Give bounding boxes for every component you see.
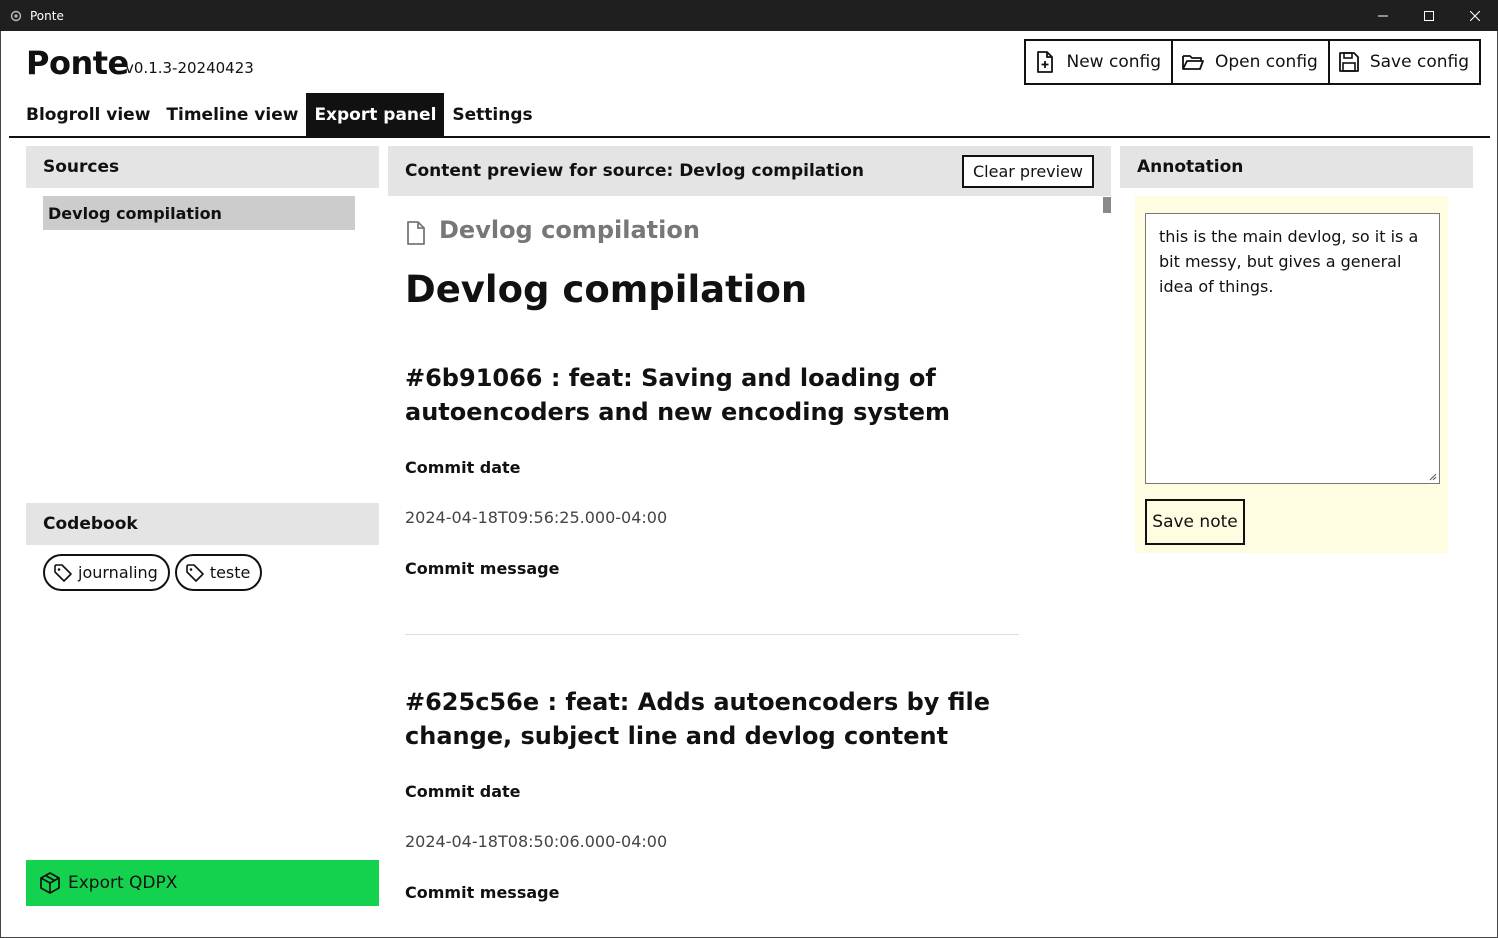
- clear-preview-button[interactable]: Clear preview: [962, 155, 1094, 188]
- floppy-disk-icon: [1338, 52, 1359, 72]
- preview-heading: Content preview for source: Devlog compi…: [405, 161, 865, 181]
- export-qdpx-label: Export QDPX: [68, 873, 178, 893]
- tab-settings[interactable]: Settings: [444, 93, 540, 136]
- app-version: v0.1.3-20240423: [125, 59, 254, 77]
- save-note-button[interactable]: Save note: [1145, 499, 1245, 545]
- new-config-button[interactable]: New config: [1026, 41, 1173, 83]
- package-icon: [40, 872, 60, 894]
- minimize-icon[interactable]: [1360, 0, 1406, 31]
- tag-icon: [54, 563, 72, 582]
- commit-title: #625c56e : feat: Adds autoencoders by fi…: [405, 688, 991, 750]
- sources-heading: Sources: [26, 146, 379, 188]
- preview-header: Content preview for source: Devlog compi…: [388, 146, 1111, 196]
- annotation-textarea[interactable]: this is the main devlog, so it is a bit …: [1145, 213, 1440, 484]
- tag-icon: [186, 563, 204, 582]
- document-title: Devlog compilation: [405, 214, 700, 246]
- commit-divider: [405, 634, 1019, 635]
- open-config-button[interactable]: Open config: [1173, 41, 1330, 83]
- close-icon[interactable]: [1452, 0, 1498, 31]
- maximize-icon[interactable]: [1406, 0, 1452, 31]
- main-tabs: Blogroll view Timeline view Export panel…: [9, 93, 1490, 138]
- export-qdpx-button[interactable]: Export QDPX: [26, 860, 379, 906]
- commit-date-value: 2024-04-18T09:56:25.000-04:00: [405, 508, 668, 527]
- ponte-app-icon: [10, 10, 22, 22]
- open-config-label: Open config: [1215, 52, 1318, 72]
- codebook-heading: Codebook: [26, 503, 379, 545]
- annotation-panel: this is the main devlog, so it is a bit …: [1135, 196, 1448, 553]
- document-heading: Devlog compilation: [405, 268, 808, 311]
- commit-date-label: Commit date: [405, 458, 521, 477]
- window-titlebar: Ponte: [0, 0, 1498, 31]
- tab-blogroll-view[interactable]: Blogroll view: [18, 93, 158, 136]
- commit-date-value: 2024-04-18T08:50:06.000-04:00: [405, 832, 668, 851]
- tab-export-panel[interactable]: Export panel: [306, 93, 445, 136]
- new-config-label: New config: [1066, 52, 1161, 72]
- annotation-heading: Annotation: [1120, 146, 1473, 188]
- document-title-text: Devlog compilation: [439, 216, 700, 244]
- resize-grip-icon[interactable]: [1429, 473, 1437, 481]
- content-preview: Devlog compilation Devlog compilation #6…: [388, 196, 1102, 938]
- commit-date-label: Commit date: [405, 782, 521, 801]
- save-config-label: Save config: [1369, 52, 1469, 72]
- config-toolbar: New config Open config Save config: [1024, 39, 1481, 85]
- codebook-tags: journaling teste: [43, 554, 263, 591]
- commit-message-label: Commit message: [405, 883, 560, 902]
- tab-timeline-view[interactable]: Timeline view: [158, 93, 306, 136]
- tag-label: journaling: [78, 563, 158, 582]
- annotation-note-text: this is the main devlog, so it is a bit …: [1159, 227, 1419, 296]
- tag-label: teste: [209, 563, 251, 582]
- tag-teste[interactable]: teste: [174, 554, 263, 591]
- commit-entry: #6b91066 : feat: Saving and loading of a…: [405, 361, 1005, 578]
- save-config-button[interactable]: Save config: [1329, 41, 1479, 83]
- commit-title: #6b91066 : feat: Saving and loading of a…: [405, 364, 951, 426]
- folder-open-icon: [1182, 55, 1204, 70]
- commit-entry: #625c56e : feat: Adds autoencoders by fi…: [405, 685, 1005, 902]
- file-plus-icon: [1037, 51, 1054, 73]
- window-title: Ponte: [30, 8, 64, 23]
- source-item-devlog-compilation[interactable]: Devlog compilation: [43, 196, 355, 230]
- tag-journaling[interactable]: journaling: [43, 554, 170, 591]
- file-icon: [407, 221, 425, 245]
- app-name: Ponte: [26, 44, 129, 82]
- commit-message-label: Commit message: [405, 559, 560, 578]
- preview-scrollbar-thumb[interactable]: [1103, 197, 1111, 213]
- window-controls: [1360, 0, 1498, 31]
